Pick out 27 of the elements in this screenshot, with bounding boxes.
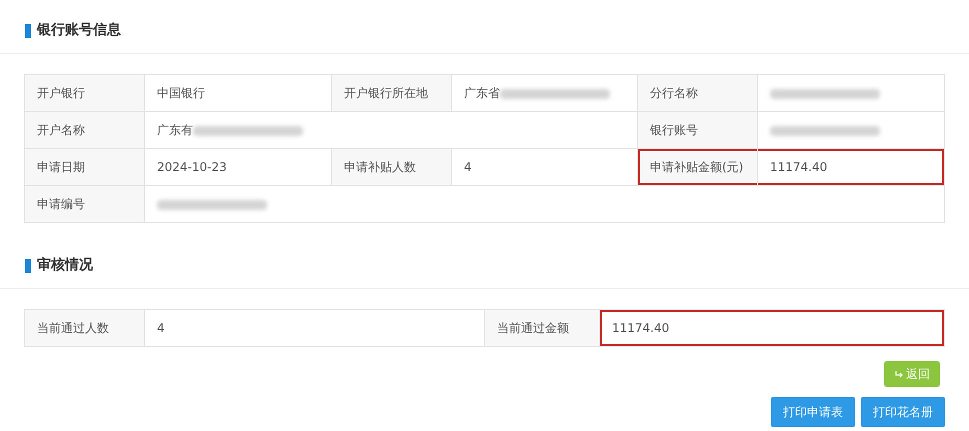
- print-button[interactable]: 打印花名册: [861, 397, 945, 427]
- field-label: 银行账号: [638, 112, 758, 148]
- field-label: 申请编号: [24, 186, 144, 222]
- field-value: 中国银行: [144, 74, 332, 112]
- field-label: 开户银行所在地: [332, 74, 452, 112]
- field-value: 4: [452, 148, 638, 186]
- field-value: 广东有: [144, 112, 638, 148]
- field-label: 申请补贴人数: [332, 148, 452, 186]
- field-value: 4: [144, 310, 484, 346]
- field-label: 申请补贴金额(元): [638, 148, 758, 186]
- field-value: 11174.40: [758, 148, 944, 186]
- section-title: 银行账号信息: [37, 21, 121, 40]
- return-icon: [894, 369, 904, 379]
- field-label: 申请日期: [24, 148, 144, 186]
- section-marker: [25, 258, 31, 272]
- field-label: 当前通过人数: [24, 310, 144, 346]
- field-label: 开户名称: [24, 112, 144, 148]
- back-button[interactable]: 返回: [884, 361, 940, 387]
- field-label: 分行名称: [638, 74, 758, 112]
- print-button[interactable]: 打印申请表: [771, 397, 855, 427]
- section-marker: [25, 24, 31, 38]
- field-label: 开户银行: [24, 74, 144, 112]
- field-label: 当前通过金额: [484, 310, 600, 346]
- section-title: 审核情况: [37, 256, 93, 275]
- field-value: 2024-10-23: [144, 148, 332, 186]
- field-value: 11174.40: [600, 310, 944, 346]
- field-value: 广东省: [452, 74, 638, 112]
